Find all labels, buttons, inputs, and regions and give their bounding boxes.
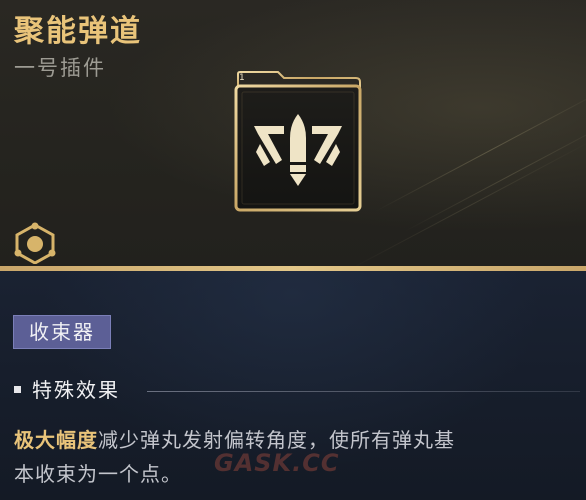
card-corner-number: 1 [239,73,245,83]
item-detail-panel: 聚能弹道 一号插件 1 收束器 特殊效果 极大幅度减少弹丸发射偏转角度，使所有弹… [0,0,586,500]
decor-streak [403,118,586,233]
effect-text-line2: 本收束为一个点。 [14,462,182,486]
item-card[interactable]: 1 [232,70,364,214]
folder-card-icon [234,71,362,212]
effect-section-label: 特殊效果 [32,378,120,402]
module-hex-icon [12,222,58,265]
category-tag: 收束器 [13,315,111,349]
effect-section-header: 特殊效果 [14,375,580,405]
square-bullet-icon [14,386,21,393]
item-header-area: 聚能弹道 一号插件 1 [0,0,586,272]
item-name: 聚能弹道 [14,14,142,49]
item-description-area: 收束器 特殊效果 极大幅度减少弹丸发射偏转角度，使所有弹丸基 本收束为一个点。 … [0,271,586,500]
effect-highlight: 极大幅度 [14,428,98,452]
site-watermark: GASK.CC [214,449,340,477]
decor-streak [346,139,586,272]
section-rule [147,391,580,392]
item-slot: 一号插件 [14,56,106,80]
